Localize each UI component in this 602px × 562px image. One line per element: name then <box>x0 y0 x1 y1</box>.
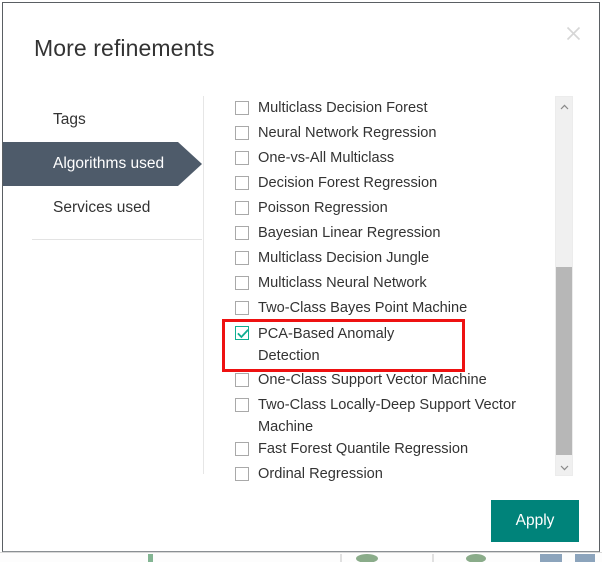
close-button[interactable] <box>560 20 586 46</box>
option-row[interactable]: Two-Class Locally-Deep Support Vector Ma… <box>225 394 545 438</box>
close-icon <box>566 26 581 41</box>
checkbox-checked-icon[interactable] <box>235 326 249 340</box>
scroll-down-button[interactable] <box>556 458 572 475</box>
option-list-scrollbar[interactable] <box>555 96 573 476</box>
option-label: Bayesian Linear Regression <box>258 225 441 241</box>
checkbox-icon[interactable] <box>235 176 249 190</box>
checkbox-icon[interactable] <box>235 201 249 215</box>
tab-rail: Tags Algorithms used Services used <box>3 98 202 238</box>
option-row[interactable]: Neural Network Regression <box>225 122 545 147</box>
option-label: Multiclass Neural Network <box>258 275 427 291</box>
option-label: Fast Forest Quantile Regression <box>258 441 469 457</box>
option-row[interactable]: Poisson Regression <box>225 197 545 222</box>
option-row[interactable]: Two-Class Bayes Point Machine <box>225 297 545 322</box>
option-row[interactable]: Decision Forest Regression <box>225 172 545 197</box>
tab-item-services-used[interactable]: Services used <box>32 186 202 230</box>
checkbox-icon[interactable] <box>235 276 249 290</box>
option-row[interactable]: Bayesian Linear Regression <box>225 222 545 247</box>
scrollbar-thumb[interactable] <box>556 267 572 455</box>
dialog-title: More refinements <box>34 35 215 61</box>
algorithm-option-list: Multiclass Decision Forest Neural Network… <box>222 97 545 482</box>
checkbox-icon[interactable] <box>235 126 249 140</box>
option-label: Poisson Regression <box>258 200 388 216</box>
option-row[interactable]: PCA-Based Anomaly Detection <box>222 319 465 372</box>
option-row[interactable]: Fast Forest Quantile Regression <box>225 438 545 463</box>
option-label: Ordinal Regression <box>258 466 383 482</box>
scroll-up-button[interactable] <box>556 97 572 114</box>
option-row[interactable]: Multiclass Decision Jungle <box>225 247 545 272</box>
more-refinements-dialog: More refinements Tags Algorithms used Serv… <box>2 2 600 552</box>
checkbox-icon[interactable] <box>235 467 249 481</box>
option-label: Multiclass Decision Jungle <box>258 250 430 266</box>
chevron-down-icon <box>560 458 569 476</box>
option-label: One-Class Support Vector Machine <box>258 372 487 388</box>
rail-divider <box>32 239 202 240</box>
option-label: Two-Class Locally-Deep Support Vector Ma… <box>258 397 516 435</box>
option-row[interactable]: Multiclass Neural Network <box>225 272 545 297</box>
panel-divider <box>203 96 204 474</box>
checkbox-icon[interactable] <box>235 226 249 240</box>
option-row[interactable]: Ordinal Regression <box>225 463 545 488</box>
checkbox-icon[interactable] <box>235 398 249 412</box>
tab-item-tags[interactable]: Tags <box>32 98 202 142</box>
tab-item-algorithms-used[interactable]: Algorithms used <box>3 142 202 186</box>
checkbox-icon[interactable] <box>235 151 249 165</box>
checkbox-icon[interactable] <box>235 373 249 387</box>
option-row[interactable]: One-vs-All Multiclass <box>225 147 545 172</box>
tab-label: Algorithms used <box>53 155 165 172</box>
option-row[interactable]: One-Class Support Vector Machine <box>225 369 545 394</box>
option-label: Decision Forest Regression <box>258 175 438 191</box>
checkbox-icon[interactable] <box>235 251 249 265</box>
option-label: Neural Network Regression <box>258 125 437 141</box>
option-row[interactable]: Multiclass Decision Forest <box>225 97 545 122</box>
checkbox-icon[interactable] <box>235 442 249 456</box>
tab-label: Tags <box>53 111 86 128</box>
tab-label: Services used <box>53 199 151 216</box>
option-label: One-vs-All Multiclass <box>258 150 395 166</box>
option-label: Multiclass Decision Forest <box>258 100 428 116</box>
checkbox-icon[interactable] <box>235 301 249 315</box>
option-label: Two-Class Bayes Point Machine <box>258 300 468 316</box>
background-page-strip <box>0 552 602 562</box>
chevron-up-icon <box>560 97 569 115</box>
apply-button[interactable]: Apply <box>491 500 579 542</box>
checkbox-icon[interactable] <box>235 101 249 115</box>
option-label: PCA-Based Anomaly Detection <box>258 326 395 364</box>
